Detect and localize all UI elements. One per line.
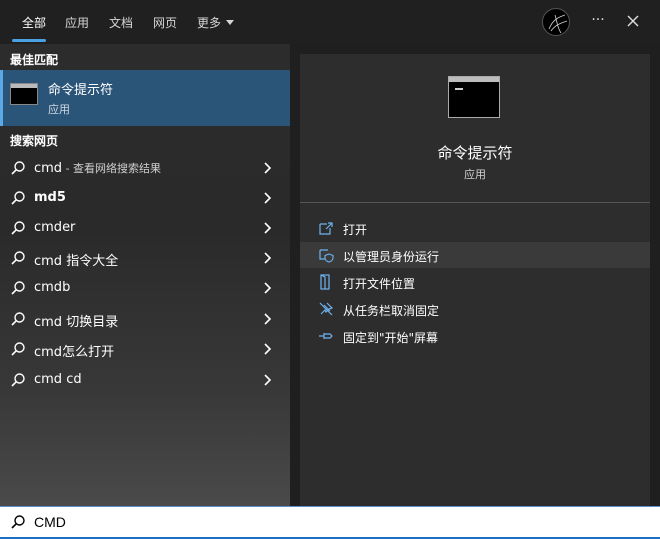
file-location-icon xyxy=(320,274,330,290)
shield-icon xyxy=(319,249,334,263)
best-match-subtitle: 应用 xyxy=(48,103,70,116)
chevron-right-icon xyxy=(264,374,272,386)
pin-icon xyxy=(319,333,333,339)
action-open-file-location[interactable]: 打开文件位置 xyxy=(300,269,650,295)
preview-panel: 命令提示符 应用 打开 以管理员身份运行 打开文件位置 从任务栏取消固定 固定到… xyxy=(300,54,650,506)
action-label: 从任务栏取消固定 xyxy=(343,304,440,318)
unpin-icon xyxy=(319,302,334,316)
web-result-item[interactable]: cmd - 查看网络搜索结果 xyxy=(0,153,290,183)
best-match-heading: 最佳匹配 xyxy=(10,53,59,67)
action-label: 以管理员身份运行 xyxy=(343,250,440,264)
web-result-text: cmd xyxy=(34,161,63,176)
search-icon xyxy=(11,515,25,529)
search-icon xyxy=(11,373,25,387)
chevron-right-icon xyxy=(264,252,272,264)
web-result-item[interactable]: cmd 切换目录 xyxy=(0,304,290,334)
search-icon xyxy=(11,191,25,205)
tab-apps[interactable]: 应用 xyxy=(65,14,89,31)
tab-more[interactable]: 更多 xyxy=(197,14,235,31)
close-button[interactable] xyxy=(622,10,644,32)
command-prompt-icon xyxy=(10,83,38,105)
tab-documents[interactable]: 文档 xyxy=(109,14,133,31)
search-icon xyxy=(11,312,25,326)
search-icon xyxy=(11,251,25,265)
chevron-right-icon xyxy=(264,192,272,204)
top-tab-bar: 全部 应用 文档 网页 更多 ··· xyxy=(0,0,660,44)
search-bar xyxy=(0,506,660,539)
command-prompt-icon xyxy=(448,76,500,118)
search-input[interactable] xyxy=(34,511,634,533)
action-label: 打开 xyxy=(343,223,368,237)
chevron-right-icon xyxy=(264,282,272,294)
open-icon xyxy=(319,222,333,235)
more-options-button[interactable]: ··· xyxy=(588,10,608,30)
best-match-title: 命令提示符 xyxy=(48,83,114,98)
web-result-text: cmd 切换目录 xyxy=(34,315,119,330)
active-tab-indicator xyxy=(12,39,46,42)
web-result-text: cmd 指令大全 xyxy=(34,254,119,269)
tab-more-label: 更多 xyxy=(197,16,222,30)
preview-subtitle: 应用 xyxy=(464,168,486,181)
results-panel: 最佳匹配 命令提示符 应用 搜索网页 cmd - 查看网络搜索结果 md5 cm… xyxy=(0,44,290,506)
web-result-item[interactable]: cmd怎么打开 xyxy=(0,334,290,364)
web-result-text: cmder xyxy=(34,220,76,235)
tab-all[interactable]: 全部 xyxy=(22,14,46,31)
web-result-text: cmd怎么打开 xyxy=(34,345,115,360)
best-match-item[interactable]: 命令提示符 应用 xyxy=(0,70,290,126)
web-result-item[interactable]: cmder xyxy=(0,213,290,243)
chevron-right-icon xyxy=(264,222,272,234)
avatar[interactable] xyxy=(542,8,570,36)
chevron-down-icon xyxy=(226,20,235,25)
action-pin-start[interactable]: 固定到"开始"屏幕 xyxy=(300,323,650,349)
chevron-right-icon xyxy=(264,162,272,174)
search-icon xyxy=(11,161,25,175)
web-result-text: md5 xyxy=(34,190,66,205)
web-result-item[interactable]: cmd 指令大全 xyxy=(0,243,290,273)
web-result-item[interactable]: cmd cd xyxy=(0,365,290,395)
tab-web[interactable]: 网页 xyxy=(153,14,177,31)
action-label: 打开文件位置 xyxy=(343,277,416,291)
search-icon xyxy=(11,221,25,235)
action-unpin-taskbar[interactable]: 从任务栏取消固定 xyxy=(300,296,650,322)
chevron-right-icon xyxy=(264,343,272,355)
web-result-text: cmdb xyxy=(34,280,71,295)
web-result-item[interactable]: md5 xyxy=(0,183,290,213)
action-run-as-admin[interactable]: 以管理员身份运行 xyxy=(300,242,650,268)
search-icon xyxy=(11,281,25,295)
close-icon xyxy=(627,15,639,27)
chevron-right-icon xyxy=(264,313,272,325)
web-result-hint: - 查看网络搜索结果 xyxy=(62,162,162,175)
action-open[interactable]: 打开 xyxy=(300,215,650,241)
search-icon xyxy=(11,342,25,356)
preview-title: 命令提示符 xyxy=(437,144,513,162)
web-result-text: cmd cd xyxy=(34,372,82,387)
web-search-heading: 搜索网页 xyxy=(10,134,59,148)
web-result-item[interactable]: cmdb xyxy=(0,273,290,303)
action-label: 固定到"开始"屏幕 xyxy=(343,331,439,345)
selection-accent xyxy=(0,70,3,126)
divider xyxy=(300,202,650,203)
